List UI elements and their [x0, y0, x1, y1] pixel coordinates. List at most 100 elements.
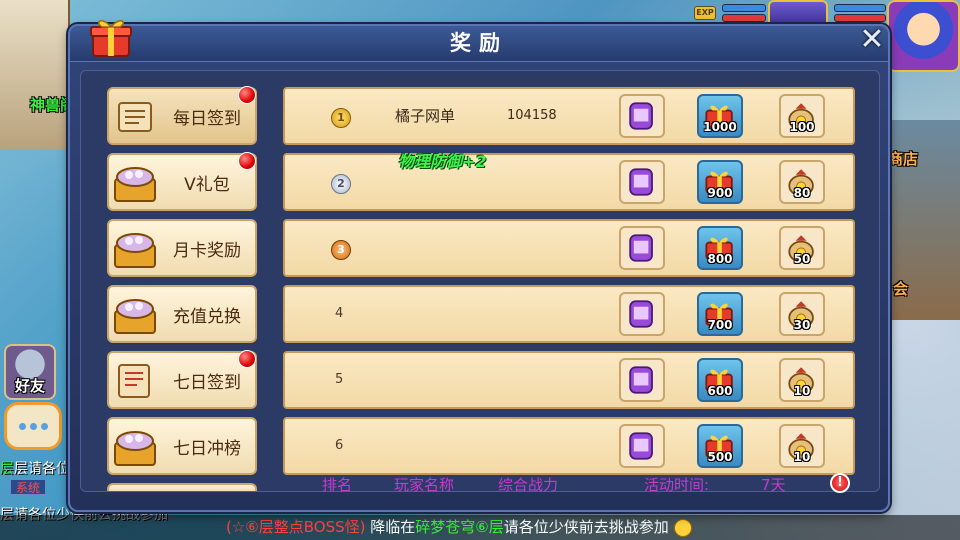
purple-scroll-icon — [629, 168, 653, 196]
reward-scroll-item[interactable] — [619, 94, 665, 138]
event-time-label: 活动时间: — [644, 476, 710, 494]
reward-money-bag-item[interactable]: 30 — [779, 292, 825, 336]
shop-label[interactable]: 商店 — [888, 148, 918, 169]
reward-scroll-item[interactable] — [619, 160, 665, 204]
system-announcement-marquee: (☆⑥层整点BOSS怪) 降临在碎梦苍穹⑥层请各位少侠前去挑战参加 — [0, 515, 960, 540]
chat-dot-icon — [29, 422, 37, 430]
reward-money-bag-item[interactable]: 10 — [779, 358, 825, 402]
player-name-header: 玩家名称 — [394, 476, 455, 494]
item-count: 800 — [707, 252, 733, 266]
hp-bar-pet — [722, 14, 766, 22]
notification-badge — [238, 152, 256, 170]
tab-daily-signin[interactable]: 每日签到 — [107, 87, 257, 145]
exp-badge: EXP — [694, 6, 716, 20]
rank-header: 排名 — [322, 476, 353, 494]
mp-bar-pet — [722, 4, 766, 12]
guild-label: 会 — [893, 280, 909, 298]
reward-money-bag-item[interactable]: 50 — [779, 226, 825, 270]
tab-label: 月卡奖励 — [173, 240, 241, 261]
friends-label: 好友 — [14, 377, 45, 395]
gift-box-icon — [90, 20, 132, 57]
notification-badge — [238, 86, 256, 104]
item-count: 50 — [793, 252, 811, 266]
item-count: 1000 — [703, 120, 737, 134]
combat-power-header: 综合战力 — [498, 476, 559, 494]
tab-recharge-exchange[interactable]: 充值兑换 — [107, 285, 257, 343]
purple-scroll-icon — [629, 432, 653, 460]
friends-button[interactable]: 好友 — [4, 344, 56, 400]
event-time-value: 7天 — [761, 476, 786, 494]
buff-popup-text: 物理防御+2 — [398, 152, 487, 171]
bronze-medal-icon: 3 — [331, 240, 351, 260]
scroll-icon — [118, 102, 152, 132]
item-count: 700 — [707, 318, 733, 332]
treasure-chest-icon — [114, 299, 156, 334]
player-name: 橘子网单 — [395, 107, 456, 125]
ranking-row: 3 800 50 — [283, 219, 855, 277]
silver-medal-icon: 2 — [331, 174, 351, 194]
treasure-chest-icon — [114, 233, 156, 268]
shrine-building — [0, 0, 70, 150]
rank-number: 6 — [335, 438, 344, 453]
item-count: 900 — [707, 186, 733, 200]
reward-gift-item[interactable]: 500 — [697, 424, 743, 468]
tab-label: 七日冲榜 — [173, 438, 241, 459]
smiley-emoji-icon — [673, 518, 692, 537]
chat-button[interactable] — [4, 402, 62, 450]
info-icon[interactable]: ! — [830, 473, 850, 493]
item-count: 500 — [707, 450, 733, 464]
mp-bar-player — [834, 4, 886, 12]
purple-scroll-icon — [629, 300, 653, 328]
chat-dot-icon — [18, 422, 26, 430]
reward-scroll-item[interactable] — [619, 292, 665, 336]
purple-scroll-icon — [629, 366, 653, 394]
combat-power: 104158 — [507, 108, 557, 123]
ranking-row: 6 500 10 — [283, 417, 855, 475]
tab-more-partial[interactable] — [107, 483, 257, 491]
rank-number: 4 — [335, 306, 344, 321]
hp-bar-player — [834, 14, 886, 22]
marquee-location: 碎梦苍穹⑥层 — [415, 518, 504, 536]
reward-gift-item[interactable]: 600 — [697, 358, 743, 402]
reward-scroll-item[interactable] — [619, 424, 665, 468]
item-count: 10 — [793, 450, 811, 464]
tab-label: 充值兑换 — [173, 306, 241, 327]
notification-badge — [238, 350, 256, 368]
item-count: 80 — [793, 186, 811, 200]
marquee-text: 请各位少侠前去挑战参加 — [503, 518, 669, 536]
chat-dot-icon — [40, 422, 48, 430]
reward-gift-item[interactable]: 700 — [697, 292, 743, 336]
reward-gift-item[interactable]: 1000 — [697, 94, 743, 138]
treasure-chest-icon — [114, 431, 156, 466]
treasure-chest-icon — [114, 167, 156, 202]
reward-scroll-item[interactable] — [619, 226, 665, 270]
reward-money-bag-item[interactable]: 80 — [779, 160, 825, 204]
gold-medal-icon: 1 — [331, 108, 351, 128]
marquee-text: 降临在 — [370, 518, 416, 536]
tab-monthly-card[interactable]: 月卡奖励 — [107, 219, 257, 277]
item-count: 10 — [793, 384, 811, 398]
reward-gift-item[interactable]: 900 — [697, 160, 743, 204]
system-tag: 系统 — [10, 479, 46, 495]
reward-gift-item[interactable]: 800 — [697, 226, 743, 270]
tab-seven-day-signin[interactable]: 七日签到 — [107, 351, 257, 409]
close-button[interactable]: ✕ — [856, 25, 888, 56]
dialog-title: 奖励 — [70, 26, 888, 62]
ranking-row: 4 700 30 — [283, 285, 855, 343]
reward-money-bag-item[interactable]: 100 — [779, 94, 825, 138]
scroll-icon — [118, 364, 150, 398]
ranking-row: 1 橘子网单 104158 1000 100 — [283, 87, 855, 145]
reward-scroll-item[interactable] — [619, 358, 665, 402]
rank-number: 5 — [335, 372, 344, 387]
tab-seven-day-ranking[interactable]: 七日冲榜 — [107, 417, 257, 475]
item-count: 30 — [793, 318, 811, 332]
ranking-row: 2 900 80 — [283, 153, 855, 211]
item-count: 600 — [707, 384, 733, 398]
marquee-boss-text: (☆⑥层整点BOSS怪) — [226, 518, 366, 536]
player-avatar[interactable] — [887, 0, 960, 72]
tab-vip-pack[interactable]: V礼包 — [107, 153, 257, 211]
ranking-row: 5 600 10 — [283, 351, 855, 409]
purple-scroll-icon — [629, 102, 653, 130]
reward-money-bag-item[interactable]: 10 — [779, 424, 825, 468]
purple-scroll-icon — [629, 234, 653, 262]
